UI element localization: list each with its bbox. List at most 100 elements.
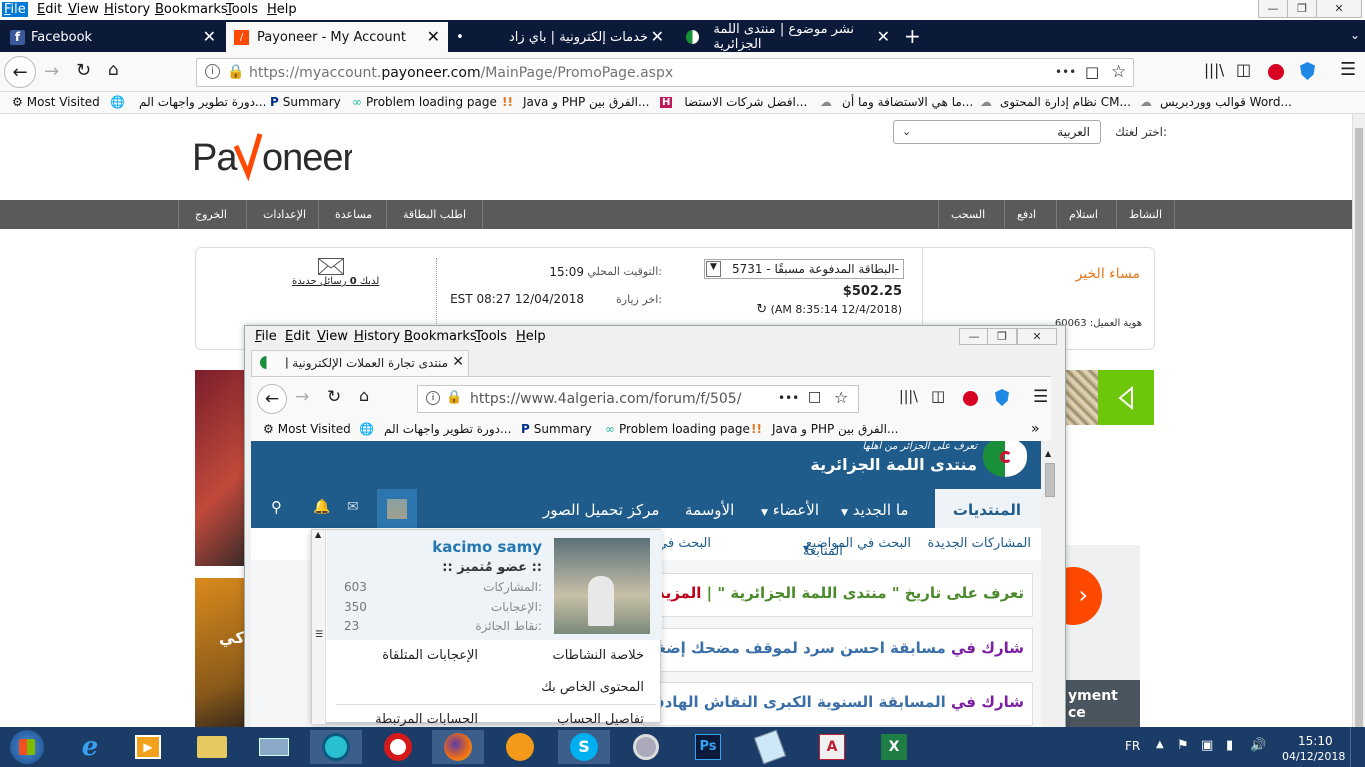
language-select[interactable]: ⌄ العربية <box>893 120 1101 144</box>
close-window-button[interactable]: ✕ <box>1316 0 1362 18</box>
inner-back-button[interactable]: ← <box>257 384 287 414</box>
nav-logout[interactable]: الخروج <box>178 200 243 229</box>
tray-arrow-icon[interactable]: ▲ <box>1156 739 1164 750</box>
page-actions-icon[interactable]: ••• <box>778 391 799 405</box>
nav-withdraw[interactable]: السحب <box>938 200 997 229</box>
bookmark-problem-loading[interactable]: ∞ Problem loading page <box>352 95 497 109</box>
media-center-icon[interactable] <box>310 730 362 764</box>
promo-next-arrow[interactable] <box>1098 370 1154 425</box>
inner-menu-history[interactable]: History <box>354 329 400 344</box>
maximize-button[interactable]: ❐ <box>1287 0 1317 18</box>
info-icon[interactable]: i <box>426 391 440 405</box>
inner-menu-edit[interactable]: Edit <box>285 329 310 344</box>
notepad-icon[interactable] <box>744 729 796 765</box>
pocket-icon[interactable]: □ <box>808 389 821 405</box>
close-tab-icon[interactable]: ✕ <box>203 27 216 46</box>
bookmark-item[interactable]: 🌐 دورة تطوير واجهات الم... <box>359 422 511 436</box>
battery-icon[interactable]: ▮ <box>1226 738 1233 753</box>
nav-forums[interactable]: المنتديات <box>935 489 1041 529</box>
tab-payoneer[interactable]: / Payoneer - My Account ✕ <box>226 22 448 52</box>
bookmark-summary[interactable]: P Summary <box>270 95 341 109</box>
menu-bookmarks[interactable]: Bookmarks <box>155 2 228 17</box>
nav-badges[interactable]: الأوسمة <box>685 501 734 519</box>
bookmark-item[interactable]: H افضل شركات الاستضا... <box>660 95 807 109</box>
subnav-new-posts[interactable]: المشاركات الجديدة <box>928 536 1032 551</box>
link-activity-summary[interactable]: خلاصة النشاطات <box>552 648 644 663</box>
keyboard-icon[interactable] <box>248 730 300 764</box>
page-scrollbar[interactable] <box>1352 114 1365 728</box>
link-connected-accounts[interactable]: الحسابات المرتبطة <box>375 712 478 727</box>
shield-icon[interactable] <box>1300 62 1315 80</box>
forum-logo[interactable]: تعرف على الجزائر من أهلها منتدى اللمة ال… <box>807 441 1037 487</box>
bookmark-star-icon[interactable]: ☆ <box>834 388 848 407</box>
media-player-icon[interactable]: ▶ <box>122 730 174 764</box>
menu-edit[interactable]: Edit <box>37 2 62 17</box>
inner-url-bar[interactable]: i 🔒 https://www.4algeria.com/forum/f/505… <box>417 385 859 413</box>
bookmark-item[interactable]: !! Java و PHP الفرق بين... <box>751 422 898 436</box>
network-icon[interactable]: ▣ <box>1201 738 1213 753</box>
menu-history[interactable]: History <box>104 2 150 17</box>
news-item-contest[interactable]: شارك في مسابقة احسن سرد لموقف مضحك إضغط … <box>643 628 1033 672</box>
hamburger-menu-icon[interactable]: ☰ <box>1340 59 1356 80</box>
refresh-icon[interactable]: ↻ <box>756 302 767 317</box>
nav-settings[interactable]: الإعدادات <box>246 200 322 229</box>
uc-browser-icon[interactable] <box>494 730 546 764</box>
back-button[interactable]: ← <box>4 56 36 88</box>
news-item-annual-contest[interactable]: شارك في المسابقة السنوية الكبرى النقاش ا… <box>643 682 1033 726</box>
tab-forum[interactable]: نشر موضوع | منتدى اللمة الجزائرية ✕ <box>676 22 898 52</box>
news-item-history[interactable]: تعرف على تاريخ " منتدى اللمة الجزائرية "… <box>643 573 1033 617</box>
volume-icon[interactable]: 🔊 <box>1250 738 1266 753</box>
start-button[interactable] <box>0 730 54 764</box>
sidebar-icon[interactable]: ◫ <box>1236 60 1251 79</box>
menu-view[interactable]: View <box>68 2 99 17</box>
nav-help[interactable]: مساعدة <box>318 200 388 229</box>
nav-order-card[interactable]: اطلب البطاقة <box>386 200 484 229</box>
tab-payzad[interactable]: خدمات إلكترونية | باي زاد ✕ <box>472 22 672 52</box>
tab-small[interactable]: • <box>450 22 470 52</box>
nav-whats-new[interactable]: ▼ ما الجديد <box>841 501 908 519</box>
new-messages-link[interactable]: لديك 0 رسائل جديدة <box>292 276 379 287</box>
inner-maximize-button[interactable]: ❐ <box>987 328 1017 345</box>
inner-menu-bookmarks[interactable]: Bookmarks <box>404 329 477 344</box>
photoshop-icon[interactable]: Ps <box>682 730 734 764</box>
opera-icon[interactable] <box>372 730 424 764</box>
access-icon[interactable]: A <box>806 730 858 764</box>
nav-activity[interactable]: النشاط <box>1116 200 1176 229</box>
shield-icon[interactable] <box>995 389 1009 406</box>
excel-icon[interactable]: X <box>868 730 920 764</box>
nav-receive[interactable]: استلام <box>1056 200 1110 229</box>
bookmark-star-icon[interactable]: ☆ <box>1111 62 1126 82</box>
close-tab-icon[interactable]: ✕ <box>651 27 664 46</box>
bookmarks-overflow-icon[interactable]: » <box>1031 421 1040 437</box>
sidebar-icon[interactable]: ◫ <box>931 387 945 405</box>
library-icon[interactable]: |||\ <box>899 389 918 405</box>
inner-menu-tools[interactable]: Tools <box>475 329 507 344</box>
dropdown-scrollbar[interactable]: ▲ ☰ <box>312 530 326 724</box>
bookmark-item[interactable]: ☁ ما هي الاستضافة وما أن... <box>820 95 973 109</box>
nav-pay[interactable]: ادفع <box>1004 200 1048 229</box>
page-actions-icon[interactable]: ••• <box>1055 65 1076 79</box>
file-explorer-icon[interactable] <box>186 730 238 764</box>
inner-menu-help[interactable]: Help <box>516 329 546 344</box>
nav-image-upload[interactable]: مركز تحميل الصور <box>543 501 659 519</box>
hamburger-menu-icon[interactable]: ☰ <box>1033 387 1048 407</box>
close-tab-icon[interactable]: ✕ <box>877 27 890 46</box>
menu-file[interactable]: File <box>2 2 28 17</box>
tab-list-chevron-icon[interactable]: ⌄ <box>1350 28 1360 42</box>
nav-members[interactable]: ▼ الأعضاء <box>761 501 819 519</box>
inner-minimize-button[interactable]: — <box>959 328 989 345</box>
close-tab-icon[interactable]: ✕ <box>452 354 464 370</box>
url-bar[interactable]: i 🔒 https://myaccount.payoneer.com/MainP… <box>196 58 1134 87</box>
inner-menu-file[interactable]: File <box>255 329 277 344</box>
bell-icon[interactable]: 🔔 <box>313 499 330 515</box>
skype-icon[interactable]: S <box>558 730 610 764</box>
menu-tools[interactable]: Tools <box>226 2 258 17</box>
close-tab-icon[interactable]: ✕ <box>427 27 440 46</box>
bookmark-most-visited[interactable]: ⚙ Most Visited <box>263 422 351 436</box>
home-icon[interactable]: ⌂ <box>108 60 119 80</box>
new-tab-button[interactable]: + <box>904 24 921 48</box>
clock-date[interactable]: 04/12/2018 <box>1282 750 1345 763</box>
profile-username[interactable]: kacimo samy <box>432 538 542 556</box>
info-icon[interactable]: i <box>205 64 220 79</box>
inner-menu-view[interactable]: View <box>317 329 348 344</box>
